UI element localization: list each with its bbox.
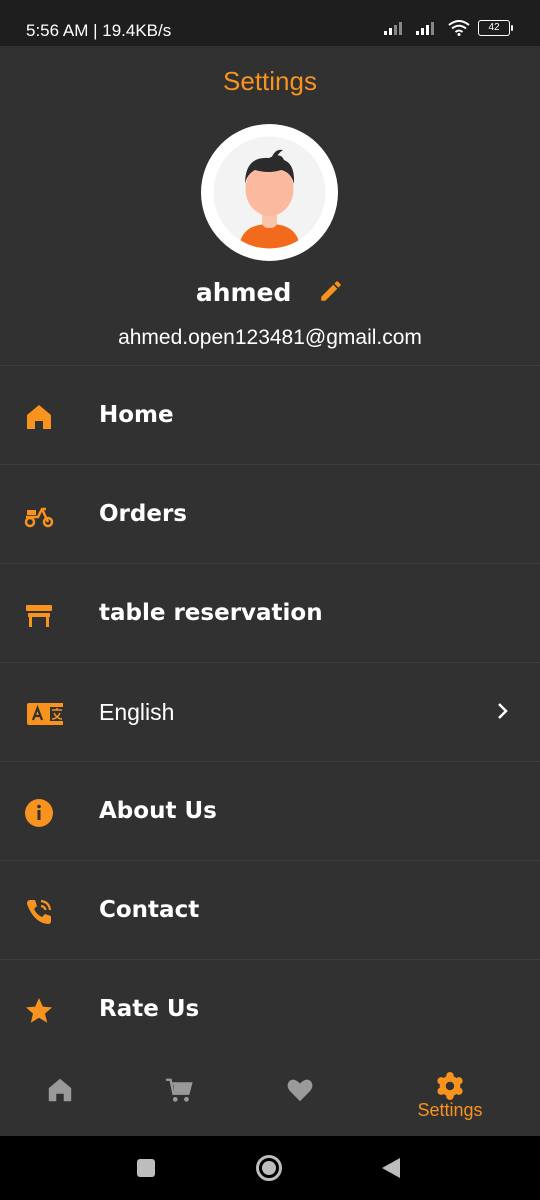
menu-item-label: Orders <box>99 501 187 527</box>
nav-settings[interactable]: Settings <box>417 1072 483 1120</box>
nav-home[interactable] <box>46 1076 74 1108</box>
menu-item-home[interactable]: Home <box>0 365 540 464</box>
menu-item-orders[interactable]: Orders <box>0 464 540 563</box>
recents-button[interactable] <box>136 1158 156 1178</box>
page-title: Settings <box>223 66 317 96</box>
home-icon <box>27 405 51 429</box>
profile-name: ahmed <box>195 278 292 307</box>
menu-item-label: Rate Us <box>99 996 200 1022</box>
battery-indicator: 42 <box>478 20 513 36</box>
menu-item-contact[interactable]: Contact <box>0 860 540 959</box>
menu-item-about-us[interactable]: About Us <box>0 761 540 860</box>
settings-menu: Home Orders table reservation English Ab… <box>0 365 540 1058</box>
scooter-icon <box>24 507 54 528</box>
nav-settings-label: Settings <box>417 1100 483 1120</box>
bottom-nav: Settings <box>0 1058 540 1136</box>
signal-icon-2 <box>416 22 434 35</box>
menu-item-label: Contact <box>99 897 200 923</box>
nav-cart[interactable] <box>165 1076 193 1108</box>
translate-icon <box>27 703 63 725</box>
profile-email: ahmed.open123481@gmail.com <box>118 326 422 349</box>
system-nav-bar <box>0 1136 540 1200</box>
home-icon <box>48 1078 72 1102</box>
phone-icon <box>27 899 52 924</box>
table-icon <box>26 605 52 627</box>
status-bar: 5:56 AM | 19.4KB/s 42 <box>0 0 540 46</box>
wifi-icon <box>448 20 470 36</box>
pencil-icon <box>321 281 341 301</box>
status-icons: 42 <box>384 20 513 36</box>
edit-name-button[interactable] <box>318 278 344 310</box>
menu-item-table-reservation[interactable]: table reservation <box>0 563 540 662</box>
menu-item-rate-us[interactable]: Rate Us <box>0 959 540 1058</box>
signal-icon <box>384 22 402 35</box>
info-icon <box>25 799 53 827</box>
cart-icon <box>165 1078 193 1102</box>
back-button[interactable] <box>380 1156 402 1180</box>
menu-item-label: Home <box>99 402 174 428</box>
gear-icon <box>437 1072 463 1100</box>
avatar[interactable] <box>201 124 338 261</box>
heart-icon <box>287 1079 313 1102</box>
menu-item-label: English <box>99 698 175 725</box>
menu-item-label: About Us <box>99 798 217 824</box>
status-time: 5:56 AM | 19.4KB/s <box>26 21 172 40</box>
profile-name-row: ahmed <box>0 278 540 310</box>
home-button[interactable] <box>255 1154 283 1182</box>
chevron-right-icon <box>498 703 508 719</box>
nav-favorites[interactable] <box>286 1076 314 1108</box>
menu-item-label: table reservation <box>99 600 323 626</box>
avatar-person-icon <box>213 136 326 249</box>
menu-item-language[interactable]: English <box>0 662 540 761</box>
star-icon <box>26 998 52 1023</box>
